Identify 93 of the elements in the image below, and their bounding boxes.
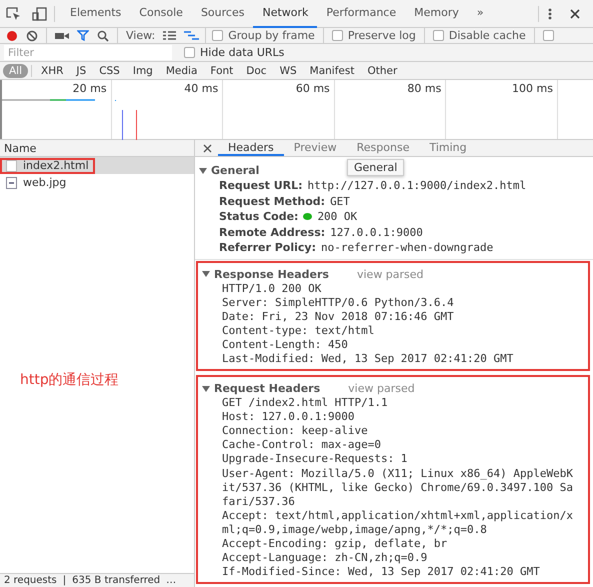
time-tick-label: 40 ms [184, 82, 218, 95]
view-parsed-link[interactable]: view parsed [348, 382, 415, 396]
checkbox-label: Disable cache [448, 29, 526, 42]
field-value: GET [330, 194, 350, 208]
panel-tab[interactable]: Console [130, 0, 192, 28]
status-dot-icon [303, 213, 312, 220]
header-line: Accept: text/html,application/xhtml+xml,application/xml;q=0.9,image/webp,image/apng,*/*;q=0.8 [222, 508, 573, 537]
status-separator: | [62, 575, 66, 586]
checkbox-label: Hide data URLs [200, 46, 284, 59]
field-label: Remote Address: [219, 226, 326, 239]
transferred-size: 635 B transferred [72, 575, 160, 586]
section-title: Response Headers [214, 268, 329, 280]
time-tick-label: 80 ms [407, 82, 442, 95]
type-filter-button[interactable]: XHR [35, 64, 70, 78]
panel-tab[interactable]: Elements [61, 0, 130, 28]
view-label: View: [126, 29, 156, 42]
field-label: Referrer Policy: [219, 241, 316, 254]
type-filter-button[interactable]: JS [70, 64, 92, 78]
field-value: no-referrer-when-downgrade [321, 241, 494, 254]
type-filter-button[interactable]: Img [126, 64, 159, 78]
section-title: General [211, 164, 260, 177]
header-line: Accept-Encoding: gzip, deflate, br [222, 537, 448, 552]
detail-tab[interactable]: Preview [284, 140, 347, 156]
header-line: Date: Fri, 23 Nov 2018 07:16:46 GMT [222, 310, 455, 324]
request-item[interactable]: index2.html [0, 158, 95, 174]
time-tick-label: 20 ms [72, 82, 107, 95]
device-icon[interactable] [32, 6, 48, 20]
field-value: 200 OK [317, 210, 358, 224]
expand-triangle-icon[interactable] [202, 271, 210, 277]
field-label: Request URL: [219, 179, 303, 192]
checkbox[interactable] [212, 30, 224, 41]
list-view-icon[interactable] [163, 31, 176, 40]
header-line: Accept-Language: zh-CN,zh;q=0.9 [222, 551, 428, 566]
time-tick-label: 100 ms [512, 82, 553, 95]
more-ellipsis: … [166, 575, 176, 586]
type-filter-button[interactable]: WS [274, 64, 303, 78]
close-icon[interactable] [569, 8, 581, 20]
type-filter-button[interactable]: Media [160, 64, 204, 78]
view-parsed-link[interactable]: view parsed [356, 268, 424, 280]
panel-tab[interactable]: Memory [405, 0, 468, 28]
video-camera-icon[interactable] [55, 30, 69, 40]
section-title: Request Headers [214, 382, 320, 396]
requests-count: 2 requests [4, 575, 57, 586]
type-filter-button[interactable]: Other [361, 64, 404, 78]
header-line: Content-Length: 450 [222, 338, 349, 352]
checkbox[interactable] [332, 30, 343, 41]
panel-tab[interactable]: Sources [192, 0, 254, 28]
field-value: 127.0.0.1:9000 [330, 226, 423, 239]
filter-icon[interactable] [77, 30, 89, 41]
header-line: Last-Modified: Wed, 13 Sep 2017 02:41:20 GMT [222, 352, 514, 366]
file-icon [6, 160, 17, 172]
time-tick-label: 60 ms [296, 82, 330, 95]
type-filter-button[interactable]: Doc [240, 64, 273, 78]
field-label: Request Method: [219, 194, 326, 208]
detail-tab[interactable]: Response [346, 140, 420, 156]
expand-triangle-icon[interactable] [199, 168, 207, 174]
header-line: Host: 127.0.0.1:9000 [222, 410, 356, 424]
request-item[interactable]: web.jpg [0, 174, 72, 190]
type-filter-button[interactable]: Font [204, 64, 240, 78]
header-line: HTTP/1.0 200 OK [222, 282, 322, 296]
detail-tab[interactable]: Headers [218, 140, 284, 156]
header-line: If-Modified-Since: Wed, 13 Sep 2017 02:41:20 GMT [222, 565, 541, 580]
header-line: GET /index2.html HTTP/1.1 [222, 396, 389, 410]
checkbox[interactable] [542, 30, 554, 41]
type-filter-button[interactable]: CSS [93, 64, 126, 78]
expand-triangle-icon[interactable] [202, 386, 210, 392]
column-header: Name [4, 142, 36, 154]
header-line: Upgrade-Insecure-Requests: 1 [222, 452, 408, 467]
header-line: Server: SimpleHTTP/0.6 Python/3.6.4 [222, 296, 455, 310]
header-line: Cache-Control: max-age=0 [222, 438, 382, 452]
search-icon[interactable] [97, 30, 109, 42]
filter-field[interactable]: Filter [4, 45, 172, 60]
tooltip: General [347, 159, 404, 176]
header-line: User-Agent: Mozilla/5.0 (X11; Linux x86_64) AppleWebKit/537.36 (KHTML, like Gecko) Chrome/69.0.3497.100 Safari/537.36 [222, 466, 573, 509]
type-filter-button[interactable]: Manifest [304, 64, 360, 78]
image-file-icon [6, 176, 17, 188]
detail-tab[interactable]: Timing [419, 140, 477, 156]
checkbox-label: Preserve log [348, 29, 416, 42]
header-line: Content-type: text/html [222, 324, 376, 338]
field-value: http://127.0.0.1:9000/index2.html [308, 179, 526, 192]
close-icon[interactable] [203, 144, 212, 152]
panel-tab[interactable]: Performance [317, 0, 406, 28]
more-tabs-button[interactable]: » [468, 0, 493, 28]
waterfall-view-icon[interactable] [184, 31, 200, 40]
clear-icon[interactable] [26, 30, 38, 42]
checkbox[interactable] [184, 47, 195, 58]
header-line: Connection: keep-alive [222, 424, 369, 438]
checkbox-label: Group by frame [228, 29, 315, 42]
annotation-text: http的通信过程 [20, 372, 119, 388]
record-icon[interactable] [6, 30, 18, 42]
field-label: Status Code: [219, 210, 298, 224]
inspect-icon[interactable] [6, 6, 22, 20]
checkbox[interactable] [432, 30, 444, 41]
